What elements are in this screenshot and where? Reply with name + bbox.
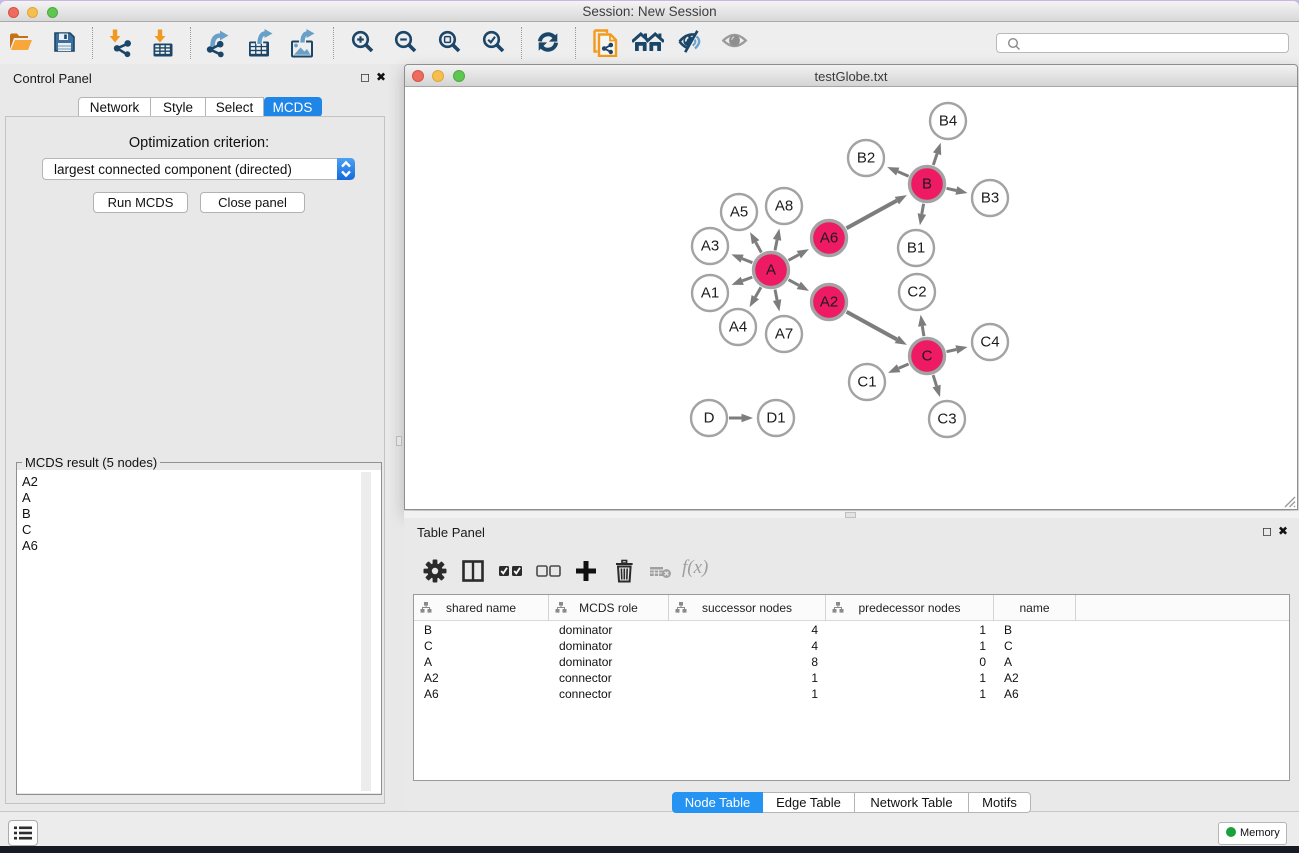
svg-text:D1: D1 — [766, 410, 785, 427]
svg-text:A7: A7 — [775, 326, 793, 343]
svg-text:C: C — [922, 348, 933, 365]
svg-text:C3: C3 — [937, 411, 956, 428]
svg-text:A4: A4 — [729, 319, 747, 336]
svg-text:C4: C4 — [980, 334, 999, 351]
svg-text:B1: B1 — [907, 240, 925, 257]
svg-text:D: D — [704, 410, 715, 427]
svg-text:A8: A8 — [775, 198, 793, 215]
svg-text:A1: A1 — [701, 285, 719, 302]
svg-text:A2: A2 — [820, 294, 838, 311]
svg-text:B3: B3 — [981, 190, 999, 207]
svg-text:A3: A3 — [701, 238, 719, 255]
svg-text:A6: A6 — [820, 230, 838, 247]
svg-text:C1: C1 — [857, 374, 876, 391]
svg-text:C2: C2 — [907, 284, 926, 301]
svg-text:B4: B4 — [939, 113, 957, 130]
svg-text:A: A — [766, 262, 776, 279]
svg-text:A5: A5 — [730, 204, 748, 221]
svg-text:B2: B2 — [857, 150, 875, 167]
svg-text:B: B — [922, 176, 932, 193]
